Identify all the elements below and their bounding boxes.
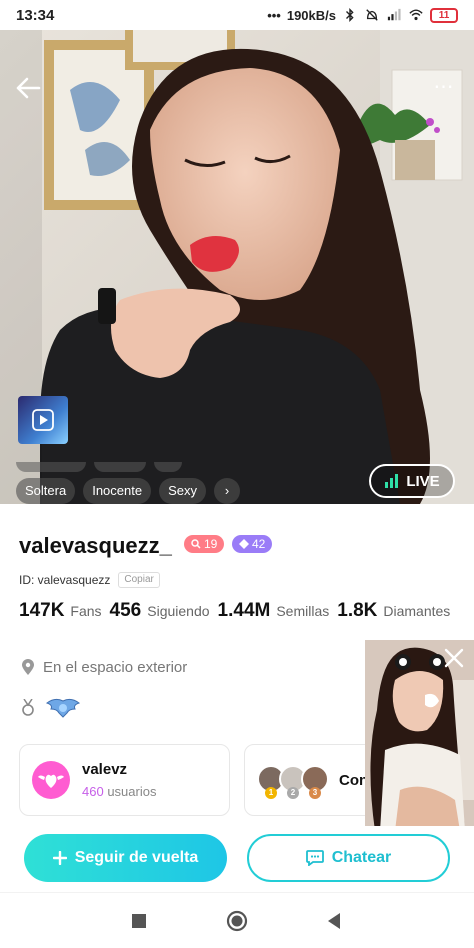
play-icon bbox=[32, 409, 54, 431]
chevron-right-icon: › bbox=[224, 483, 230, 498]
diamonds-count: 1.8K bbox=[337, 600, 378, 621]
winged-heart-icon bbox=[38, 774, 64, 788]
username: valevasquezz_ bbox=[19, 533, 172, 558]
floating-live-preview[interactable] bbox=[365, 640, 474, 831]
more-dots-icon: ⋯ bbox=[433, 75, 455, 98]
chat-button[interactable]: Chatear bbox=[247, 834, 450, 882]
tag-chip[interactable]: Soltera bbox=[16, 478, 76, 504]
location-pin-icon bbox=[22, 659, 34, 675]
rank-badge: 2 bbox=[287, 787, 299, 799]
system-nav-bar bbox=[0, 892, 474, 948]
fan-club-count-label: usuarios bbox=[107, 784, 157, 799]
tags-row: Soltera Inocente Sexy › bbox=[16, 478, 240, 504]
stats-row: 147K Fans 456 Siguiendo 1.44M Semillas 1… bbox=[19, 600, 452, 622]
fan-club-info: valevz 460 usuarios bbox=[82, 761, 156, 799]
tags-more-button[interactable]: › bbox=[213, 478, 240, 504]
mute-icon bbox=[366, 9, 378, 21]
medal-icon bbox=[22, 699, 34, 716]
following-label[interactable]: Siguiendo bbox=[147, 603, 209, 619]
chat-label: Chatear bbox=[331, 849, 392, 866]
fan-club-avatar bbox=[32, 761, 70, 799]
back-nav-button-icon[interactable] bbox=[322, 909, 346, 933]
tag-chip[interactable]: Sexy bbox=[159, 478, 206, 504]
contributors-label: Con bbox=[339, 771, 369, 789]
profile-screen: 13:34 ••• 190kB/s 11 ⋯ Soltera Inocente … bbox=[0, 0, 474, 948]
diamond-badge[interactable]: 42 bbox=[232, 535, 273, 553]
battery-indicator: 11 bbox=[430, 7, 458, 23]
signal-icon bbox=[387, 8, 401, 21]
contributor-avatars: 1 2 3 bbox=[257, 765, 329, 799]
network-speed: 190kB/s bbox=[286, 7, 336, 23]
diamond-icon bbox=[239, 539, 249, 549]
seeds-count: 1.44M bbox=[217, 600, 271, 621]
fan-club-count: 460 bbox=[82, 784, 104, 799]
medals-row[interactable] bbox=[21, 697, 81, 719]
profile-photo-carousel[interactable]: ⋯ Soltera Inocente Sexy › LIVE bbox=[0, 30, 474, 504]
action-bar: Seguir de vuelta Chatear bbox=[0, 826, 474, 892]
location-row: En el espacio exterior bbox=[21, 659, 187, 676]
close-preview-icon[interactable] bbox=[442, 646, 466, 670]
recents-button-icon[interactable] bbox=[127, 909, 151, 933]
search-level-icon bbox=[191, 539, 201, 549]
live-label: LIVE bbox=[406, 472, 440, 490]
status-bar: 13:34 ••• 190kB/s 11 bbox=[0, 0, 474, 30]
plus-icon bbox=[52, 851, 67, 865]
fans-count[interactable]: 147K bbox=[19, 600, 64, 622]
arrow-left-icon bbox=[16, 77, 41, 99]
tag-chip[interactable]: Inocente bbox=[83, 478, 152, 504]
status-time: 13:34 bbox=[16, 6, 55, 24]
chat-bubble-icon bbox=[305, 850, 324, 866]
rank-badge: 3 bbox=[309, 787, 321, 799]
more-notifications-icon: ••• bbox=[267, 7, 281, 23]
fan-club-name: valevz bbox=[82, 761, 128, 778]
user-id-row: ID: valevasquezz Copiar bbox=[19, 572, 160, 588]
fan-club-card[interactable]: valevz 460 usuarios bbox=[19, 744, 230, 816]
fans-label[interactable]: Fans bbox=[70, 603, 101, 619]
rank-badge: 1 bbox=[265, 787, 277, 799]
wifi-icon bbox=[409, 9, 423, 21]
tags-row-previous bbox=[16, 462, 182, 472]
back-button[interactable] bbox=[12, 72, 44, 104]
diamond-value: 42 bbox=[252, 537, 266, 551]
more-options-button[interactable]: ⋯ bbox=[428, 74, 460, 98]
wings-badge-icon bbox=[45, 698, 81, 718]
profile-photo bbox=[0, 30, 474, 504]
level-badge[interactable]: 19 bbox=[184, 535, 225, 553]
live-bars-icon bbox=[385, 474, 399, 488]
follow-back-label: Seguir de vuelta bbox=[74, 849, 199, 866]
user-id: ID: valevasquezz bbox=[19, 573, 111, 587]
follow-back-button[interactable]: Seguir de vuelta bbox=[24, 834, 227, 882]
diamonds-label: Diamantes bbox=[383, 603, 451, 619]
video-thumbnail[interactable] bbox=[18, 396, 68, 444]
home-button-icon[interactable] bbox=[225, 909, 249, 933]
location-text: En el espacio exterior bbox=[43, 659, 188, 676]
status-indicators: ••• 190kB/s 11 bbox=[267, 7, 458, 23]
following-count[interactable]: 456 bbox=[110, 600, 142, 622]
fan-club-members: 460 usuarios bbox=[82, 784, 156, 799]
copy-id-button[interactable]: Copiar bbox=[118, 572, 160, 588]
seeds-label: Semillas bbox=[276, 603, 330, 619]
bluetooth-icon bbox=[346, 8, 354, 22]
level-value: 19 bbox=[204, 537, 218, 551]
live-button[interactable]: LIVE bbox=[369, 464, 455, 498]
